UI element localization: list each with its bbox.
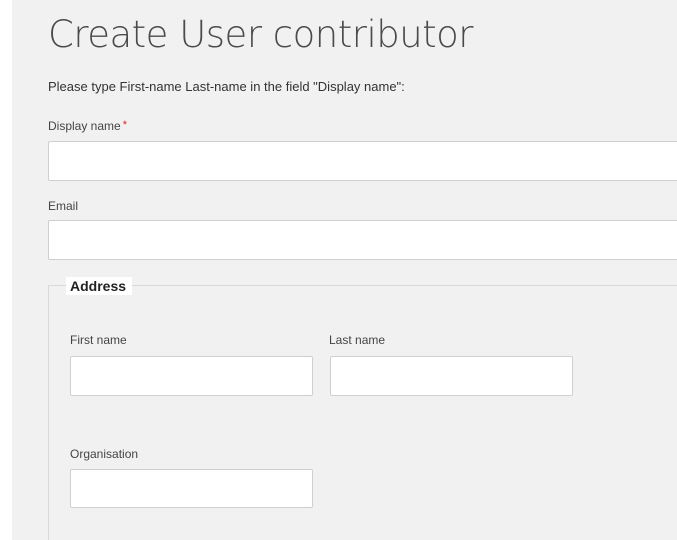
email-input[interactable] [48, 220, 677, 260]
first-name-label: First name [70, 333, 127, 347]
display-name-input[interactable] [48, 141, 677, 181]
instructions-text: Please type First-name Last-name in the … [48, 79, 405, 94]
email-label: Email [48, 199, 79, 213]
page-title: Create User contributor [48, 13, 474, 56]
create-user-contributor-form: Create User contributor Please type Firs… [12, 0, 677, 540]
address-legend: Address [66, 277, 133, 295]
organisation-label: Organisation [70, 447, 139, 461]
display-name-label-text: Display name [48, 119, 121, 133]
display-name-label: Display name * [48, 119, 127, 133]
last-name-input[interactable] [330, 356, 573, 396]
organisation-input[interactable] [70, 469, 313, 508]
required-marker: * [122, 119, 127, 131]
last-name-label: Last name [329, 333, 386, 347]
first-name-input[interactable] [70, 356, 313, 396]
